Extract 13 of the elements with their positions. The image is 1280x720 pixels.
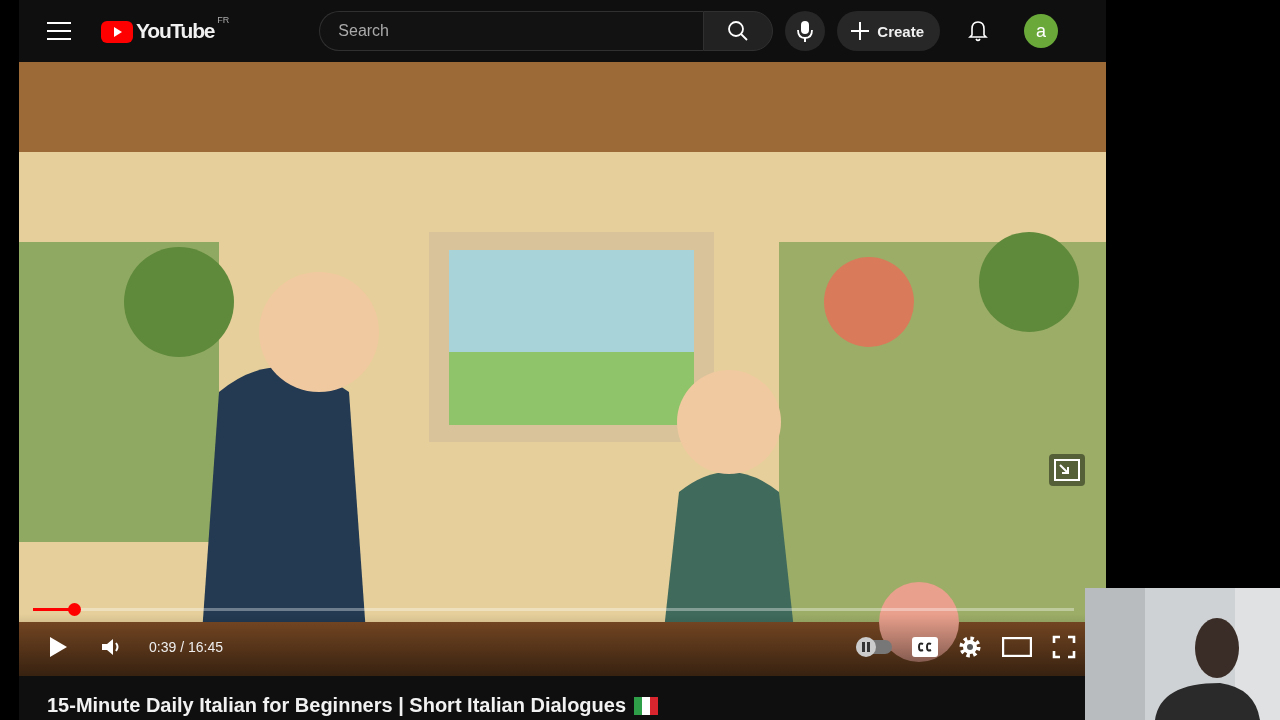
bell-icon[interactable]	[966, 19, 990, 43]
logo-text[interactable]: YouTube	[136, 19, 215, 43]
search-field[interactable]: Search	[319, 11, 704, 51]
search-button[interactable]	[703, 11, 774, 51]
region-label: FR	[217, 15, 230, 25]
mic-button[interactable]	[785, 11, 826, 51]
create-button[interactable]: Create	[837, 11, 940, 51]
video-title: 15-Minute Daily Italian for Beginners | Short Italian Dialogues	[47, 694, 627, 717]
menu-icon[interactable]	[47, 21, 73, 41]
flag-icon	[634, 696, 659, 715]
mic-icon	[795, 19, 816, 43]
plus-icon	[849, 20, 872, 42]
play-logo-icon[interactable]	[101, 21, 133, 43]
